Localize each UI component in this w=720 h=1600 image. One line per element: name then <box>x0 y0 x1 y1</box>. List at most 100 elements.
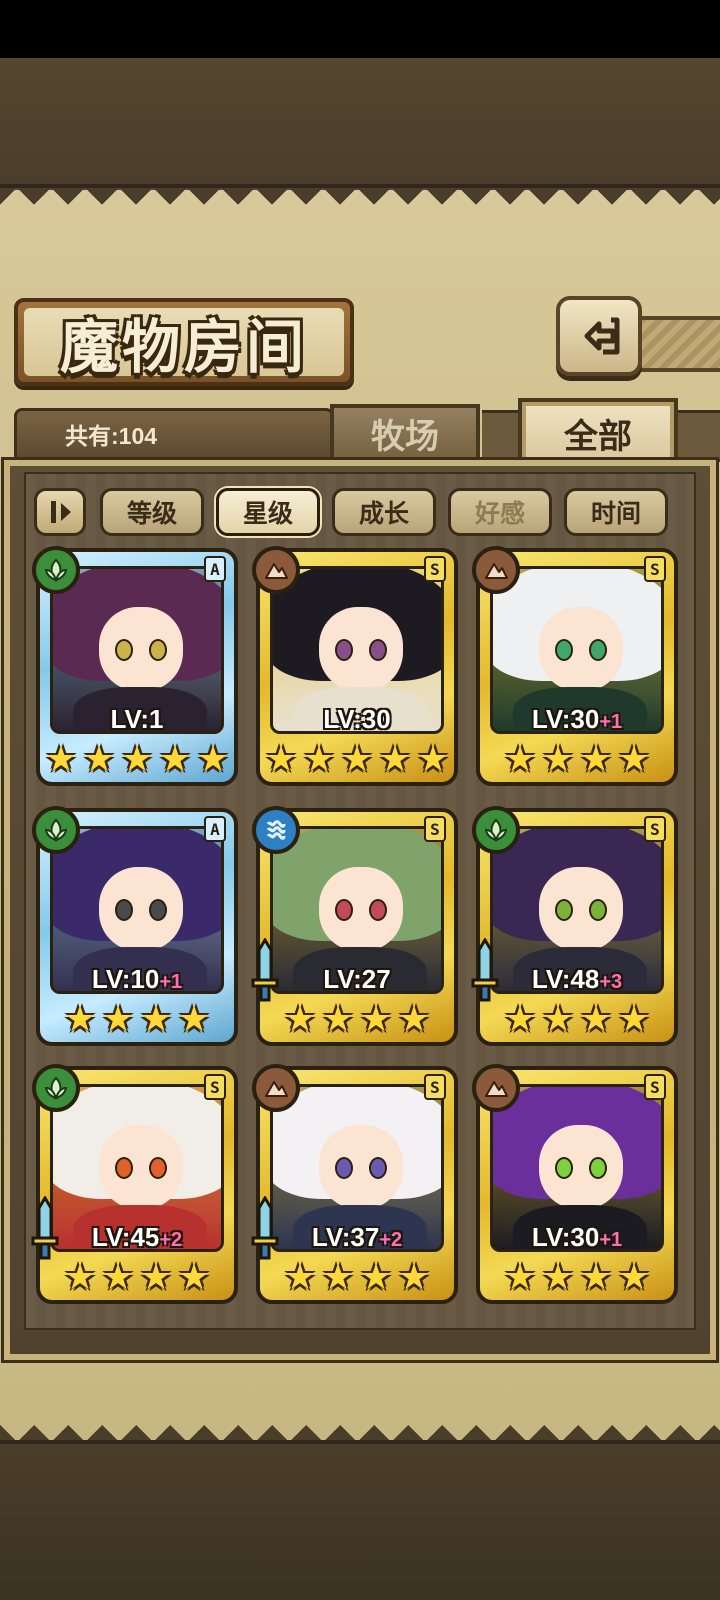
tab-all[interactable]: 全部 <box>518 398 678 468</box>
star-icon: ★ <box>359 999 393 1040</box>
rank-badge: S <box>424 816 446 842</box>
sort-affection-button[interactable]: 好感 <box>448 488 552 536</box>
leaf-element-icon <box>32 806 80 854</box>
monster-card[interactable]: S LV:30 ★ ★ ★ ★ ★ <box>252 546 458 786</box>
star-icon: ★ <box>503 739 537 780</box>
star-icon: ★ <box>579 739 613 780</box>
rank-badge: S <box>644 556 666 582</box>
back-button[interactable] <box>556 296 642 376</box>
page-title: 魔物房间 <box>59 313 308 381</box>
rank-badge: S <box>644 1074 666 1100</box>
sort-time-button[interactable]: 时间 <box>564 488 668 536</box>
level-bonus: +3 <box>599 971 623 993</box>
level-label: LV:30+1 <box>476 1222 678 1253</box>
parchment-bottom-edge <box>0 1406 720 1442</box>
star-icon: ★ <box>359 1257 393 1298</box>
earth-element-icon <box>252 546 300 594</box>
star-icon: ★ <box>321 999 355 1040</box>
leaf-element-icon <box>32 1064 80 1112</box>
star-icon: ★ <box>63 1257 97 1298</box>
star-icon: ★ <box>196 739 230 780</box>
monster-card[interactable]: S LV:37+2 ★ ★ ★ ★ <box>251 1064 458 1304</box>
star-icon: ★ <box>579 1257 613 1298</box>
level-value: LV:10 <box>91 964 160 994</box>
monster-card[interactable]: S LV:27 ★ ★ ★ ★ <box>251 806 458 1046</box>
star-icon: ★ <box>579 999 613 1040</box>
level-value: LV:30 <box>531 1222 600 1252</box>
star-rating: ★ ★ ★ ★ ★ <box>36 742 238 782</box>
level-label: LV:1 <box>36 704 238 735</box>
star-icon: ★ <box>541 999 575 1040</box>
star-icon: ★ <box>541 739 575 780</box>
level-value: LV:30 <box>531 704 600 734</box>
star-icon: ★ <box>82 739 116 780</box>
monster-count: 共有:104 <box>65 423 158 449</box>
sort-order-toggle[interactable] <box>34 488 86 536</box>
water-element-icon <box>252 806 300 854</box>
star-icon: ★ <box>397 999 431 1040</box>
rank-badge: S <box>424 1074 446 1100</box>
level-label: LV:48+3 <box>476 964 678 995</box>
star-icon: ★ <box>101 1257 135 1298</box>
star-icon: ★ <box>283 999 317 1040</box>
level-label: LV:30+1 <box>476 704 678 735</box>
rank-badge: A <box>204 556 226 582</box>
rank-badge: S <box>204 1074 226 1100</box>
level-value: LV:27 <box>323 964 391 994</box>
star-icon: ★ <box>158 739 192 780</box>
leaf-element-icon <box>472 806 520 854</box>
monster-card[interactable]: S LV:48+3 ★ ★ ★ ★ <box>471 806 678 1046</box>
star-rating: ★ ★ ★ ★ <box>36 1002 238 1042</box>
level-label: LV:45+2 <box>36 1222 238 1253</box>
sort-order-icon <box>51 501 71 523</box>
star-icon: ★ <box>503 1257 537 1298</box>
star-icon: ★ <box>321 1257 355 1298</box>
level-bonus: +1 <box>599 1229 623 1251</box>
rank-badge: S <box>424 556 446 582</box>
monster-card[interactable]: S LV:45+2 ★ ★ ★ ★ <box>31 1064 238 1304</box>
star-icon: ★ <box>139 999 173 1040</box>
star-rating: ★ ★ ★ ★ <box>256 1002 458 1042</box>
level-bonus: +2 <box>379 1229 403 1251</box>
star-rating: ★ ★ ★ ★ <box>36 1260 238 1300</box>
monster-card[interactable]: A LV:10+1 ★ ★ ★ ★ <box>32 806 238 1046</box>
star-icon: ★ <box>177 999 211 1040</box>
star-rating: ★ ★ ★ ★ <box>476 742 678 782</box>
title-plate: 魔物房间 <box>14 298 354 386</box>
star-icon: ★ <box>416 739 450 780</box>
star-rating: ★ ★ ★ ★ <box>476 1002 678 1042</box>
monster-count-bar: 共有:104 <box>14 408 334 460</box>
rank-badge: A <box>204 816 226 842</box>
level-bonus: +1 <box>599 711 623 733</box>
sort-level-button[interactable]: 等级 <box>100 488 204 536</box>
level-label: LV:10+1 <box>36 964 238 995</box>
star-icon: ★ <box>44 739 78 780</box>
star-icon: ★ <box>378 739 412 780</box>
rank-badge: S <box>644 816 666 842</box>
level-value: LV:45 <box>91 1222 160 1252</box>
star-icon: ★ <box>177 1257 211 1298</box>
level-value: LV:1 <box>110 704 164 734</box>
star-icon: ★ <box>63 999 97 1040</box>
star-rating: ★ ★ ★ ★ ★ <box>256 742 458 782</box>
level-bonus: +1 <box>159 971 183 993</box>
sort-growth-button[interactable]: 成长 <box>332 488 436 536</box>
star-icon: ★ <box>283 1257 317 1298</box>
level-bonus: +2 <box>159 1229 183 1251</box>
star-icon: ★ <box>120 739 154 780</box>
sort-bar: 等级 星级 成长 好感 时间 <box>34 484 684 540</box>
monster-card[interactable]: S LV:30+1 ★ ★ ★ ★ <box>472 1064 678 1304</box>
star-rating: ★ ★ ★ ★ <box>476 1260 678 1300</box>
back-arrow-icon <box>584 317 620 355</box>
level-label: LV:30 <box>256 704 458 735</box>
level-value: LV:30 <box>323 704 391 734</box>
star-icon: ★ <box>617 1257 651 1298</box>
star-icon: ★ <box>617 739 651 780</box>
star-icon: ★ <box>264 739 298 780</box>
sort-star-button[interactable]: 星级 <box>216 488 320 536</box>
level-value: LV:37 <box>311 1222 380 1252</box>
monster-card[interactable]: S LV:30+1 ★ ★ ★ ★ <box>472 546 678 786</box>
monster-card[interactable]: A LV:1 ★ ★ ★ ★ ★ <box>32 546 238 786</box>
tab-farm[interactable]: 牧场 <box>330 404 480 462</box>
tab-divider <box>482 410 518 462</box>
